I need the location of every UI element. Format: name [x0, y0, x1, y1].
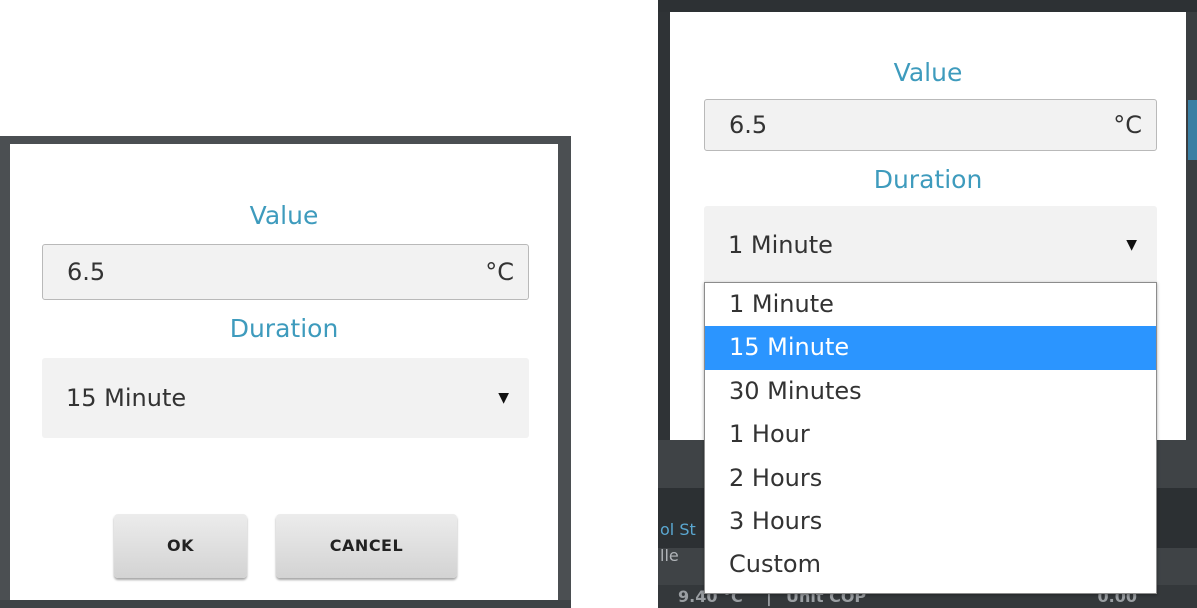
- dropdown-option-custom[interactable]: Custom: [705, 543, 1156, 586]
- duration-label: Duration: [229, 314, 339, 343]
- background-partial-label: ol St: [660, 520, 696, 539]
- background-accent: [1188, 100, 1197, 160]
- chevron-down-icon: ▼: [1126, 237, 1137, 253]
- background-side-strip: [658, 12, 670, 472]
- dropdown-option-3-hours[interactable]: 3 Hours: [705, 500, 1156, 543]
- value-label: Value: [893, 58, 963, 87]
- value-input-text: 6.5: [729, 111, 768, 139]
- dropdown-option-1-hour[interactable]: 1 Hour: [705, 413, 1156, 456]
- background-partial-label-2: lle: [660, 546, 679, 565]
- value-input-text: 6.5: [67, 258, 106, 286]
- value-label: Value: [249, 201, 319, 230]
- dropdown-option-1-minute[interactable]: 1 Minute: [705, 283, 1156, 326]
- dropdown-option-15-minute[interactable]: 15 Minute: [705, 326, 1156, 370]
- dropdown-option-2-hours[interactable]: 2 Hours: [705, 457, 1156, 500]
- ok-button[interactable]: OK: [114, 514, 247, 578]
- unit-label: °C: [1113, 111, 1142, 139]
- cancel-button[interactable]: CANCEL: [276, 514, 457, 578]
- duration-dropdown-list[interactable]: 1 Minute 15 Minute 30 Minutes 1 Hour 2 H…: [704, 282, 1157, 594]
- dropdown-option-30-minutes[interactable]: 30 Minutes: [705, 370, 1156, 413]
- duration-select[interactable]: 1 Minute ▼: [704, 206, 1157, 284]
- duration-selected-value: 1 Minute: [728, 231, 833, 259]
- value-input[interactable]: 6.5 °C: [704, 99, 1157, 151]
- chevron-down-icon: ▼: [498, 390, 509, 406]
- value-input[interactable]: 6.5 °C: [42, 244, 529, 300]
- background-strip: [0, 600, 571, 608]
- duration-select[interactable]: 15 Minute ▼: [42, 358, 529, 438]
- value-dialog: Value 6.5 °C Duration 15 Minute ▼ OK CAN…: [10, 144, 558, 600]
- left-dialog-container: Value 6.5 °C Duration 15 Minute ▼ OK CAN…: [0, 136, 571, 608]
- duration-label: Duration: [873, 165, 983, 194]
- background-topbar: [658, 0, 1197, 12]
- duration-selected-value: 15 Minute: [66, 384, 187, 412]
- unit-label: °C: [485, 258, 514, 286]
